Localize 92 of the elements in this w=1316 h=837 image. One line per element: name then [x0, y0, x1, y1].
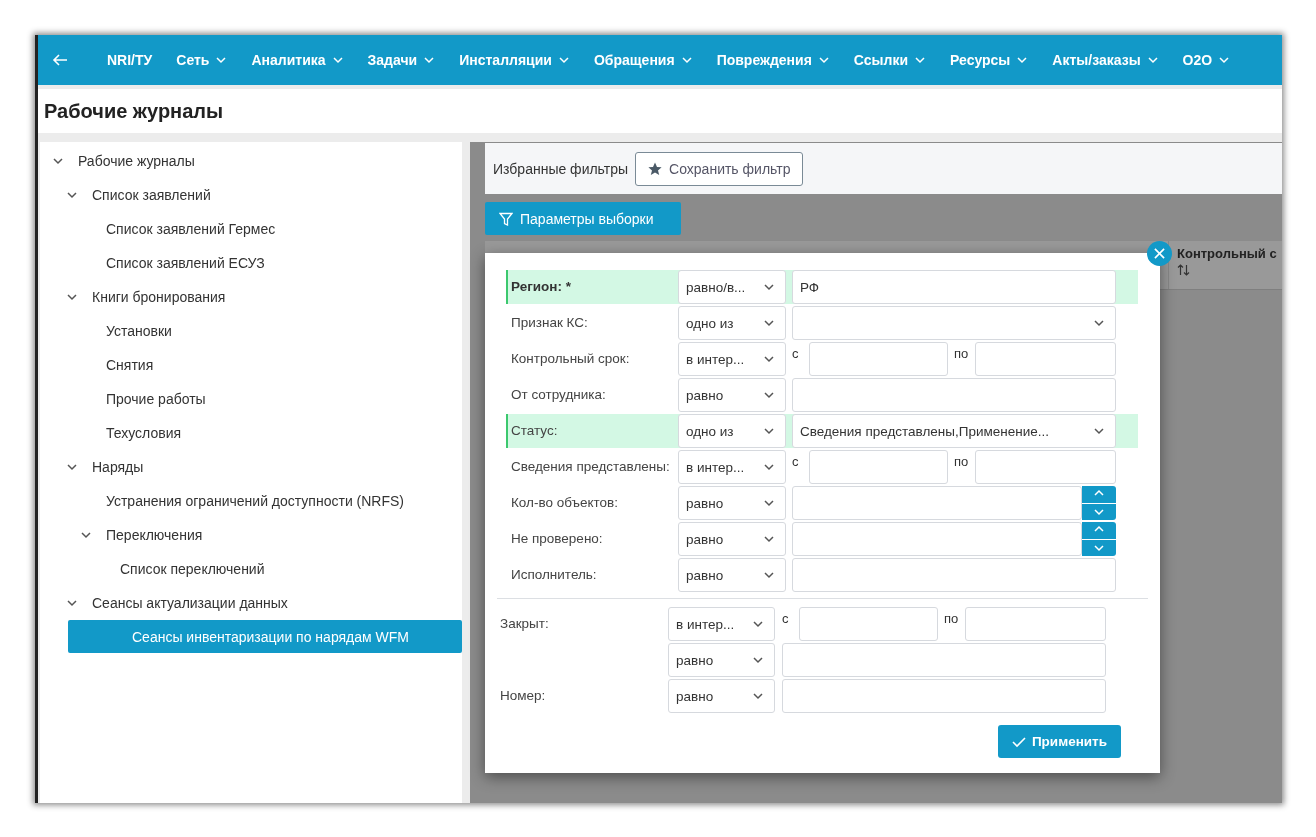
range-to-label: по — [953, 453, 970, 469]
chevron-down-icon[interactable] — [66, 291, 78, 303]
tree-item[interactable]: Установки — [40, 314, 462, 348]
chevron-down-icon — [752, 618, 764, 630]
chevron-down-icon — [1093, 317, 1105, 329]
decrement-button[interactable] — [1082, 539, 1116, 556]
value-field[interactable] — [782, 643, 1106, 677]
operator-dropdown[interactable]: равно — [678, 378, 786, 412]
column-header[interactable]: Контрольный с — [1177, 246, 1282, 261]
decrement-button[interactable] — [1082, 503, 1116, 520]
tree-item[interactable]: Рабочие журналы — [40, 144, 462, 178]
increment-button[interactable] — [1082, 522, 1116, 539]
operator-dropdown[interactable]: равно — [678, 558, 786, 592]
to-field[interactable] — [975, 450, 1116, 484]
operator-dropdown[interactable]: равно — [668, 679, 775, 713]
chevron-down-icon — [752, 654, 764, 666]
filter-label: Статус: — [511, 423, 558, 438]
filter-label: Признак КС: — [511, 315, 588, 330]
value-field[interactable] — [792, 558, 1116, 592]
tree-item[interactable]: Прочие работы — [40, 382, 462, 416]
number-field[interactable] — [792, 522, 1082, 556]
range-from-label: с — [782, 610, 790, 626]
chevron-down-icon[interactable] — [52, 155, 64, 167]
chevron-down-icon — [752, 690, 764, 702]
operator-dropdown[interactable]: в интер... — [678, 342, 786, 376]
tree-item[interactable]: Сеансы актуализации данных — [40, 586, 462, 620]
filter-label: Сведения представлены: — [511, 459, 670, 474]
filter-label: Исполнитель: — [511, 567, 597, 582]
from-field[interactable] — [809, 450, 948, 484]
chevron-down-icon — [1093, 425, 1105, 437]
value-field[interactable] — [792, 378, 1116, 412]
operator-dropdown[interactable]: одно из — [678, 414, 786, 448]
tree-item[interactable]: Список заявлений — [40, 178, 462, 212]
filter-label: Не проверено: — [511, 531, 603, 546]
filter-icon — [499, 211, 513, 226]
tree-item[interactable]: Список заявлений Гермес — [40, 212, 462, 246]
filter-label: Кол-во объектов: — [511, 495, 618, 510]
tree-item[interactable]: Наряды — [40, 450, 462, 484]
filter-label: Закрыт: — [500, 616, 549, 631]
range-from-label: с — [792, 453, 800, 469]
star-icon — [648, 161, 663, 176]
operator-dropdown[interactable]: равно — [678, 486, 786, 520]
chevron-down-icon[interactable] — [80, 529, 92, 541]
operator-dropdown[interactable]: в интер... — [678, 450, 786, 484]
save-filter-button[interactable]: Сохранить фильтр — [635, 151, 804, 186]
chevron-down-icon — [763, 461, 775, 473]
chevron-down-icon — [763, 569, 775, 581]
chevron-down-icon — [763, 317, 775, 329]
filter-label: Регион: * — [511, 279, 571, 294]
tree-item[interactable]: Переключения — [40, 518, 462, 552]
tree-item[interactable]: Снятия — [40, 348, 462, 382]
from-field[interactable] — [809, 342, 948, 376]
filter-label: От сотрудника: — [511, 387, 606, 402]
to-field[interactable] — [965, 607, 1106, 641]
filter-label: Контрольный срок: — [511, 351, 630, 366]
range-from-label: с — [792, 345, 800, 361]
chevron-down-icon — [763, 353, 775, 365]
sort-icon — [1177, 264, 1190, 276]
operator-dropdown[interactable]: равно — [678, 522, 786, 556]
from-field[interactable] — [799, 607, 938, 641]
value-field[interactable]: РФ — [792, 270, 1116, 304]
operator-dropdown[interactable]: одно из — [678, 306, 786, 340]
value-dropdown[interactable]: Сведения представлены,Применение... — [792, 414, 1116, 448]
range-to-label: по — [953, 345, 970, 361]
page-title: Рабочие журналы — [44, 99, 224, 123]
increment-button[interactable] — [1082, 486, 1116, 503]
chevron-down-icon — [763, 425, 775, 437]
tree-item[interactable]: Устранения ограничений доступности (NRFS) — [40, 484, 462, 518]
checkmark-icon — [1011, 735, 1026, 748]
favorites-label: Избранные фильтры — [493, 160, 629, 177]
tree-item[interactable]: Список переключений — [40, 552, 462, 586]
operator-dropdown[interactable]: в интер... — [668, 607, 775, 641]
range-to-label: по — [943, 610, 960, 626]
chevron-down-icon[interactable] — [66, 189, 78, 201]
number-field[interactable] — [792, 486, 1082, 520]
close-icon — [1154, 248, 1165, 259]
chevron-down-icon — [763, 497, 775, 509]
filter-label: Номер: — [500, 688, 546, 703]
tree-item[interactable]: Техусловия — [40, 416, 462, 450]
chevron-down-icon — [763, 281, 775, 293]
tree-item[interactable]: Книги бронирования — [40, 280, 462, 314]
chevron-down-icon[interactable] — [66, 597, 78, 609]
to-field[interactable] — [975, 342, 1116, 376]
operator-dropdown[interactable]: равно/в... — [678, 270, 786, 304]
chevron-down-icon[interactable] — [66, 461, 78, 473]
operator-dropdown[interactable]: равно — [668, 643, 775, 677]
chevron-down-icon — [763, 389, 775, 401]
chevron-down-icon — [763, 533, 775, 545]
value-field[interactable] — [782, 679, 1106, 713]
back-arrow-icon[interactable] — [52, 52, 69, 68]
tree-item[interactable]: Список заявлений ЕСУЗ — [40, 246, 462, 280]
value-dropdown[interactable] — [792, 306, 1116, 340]
